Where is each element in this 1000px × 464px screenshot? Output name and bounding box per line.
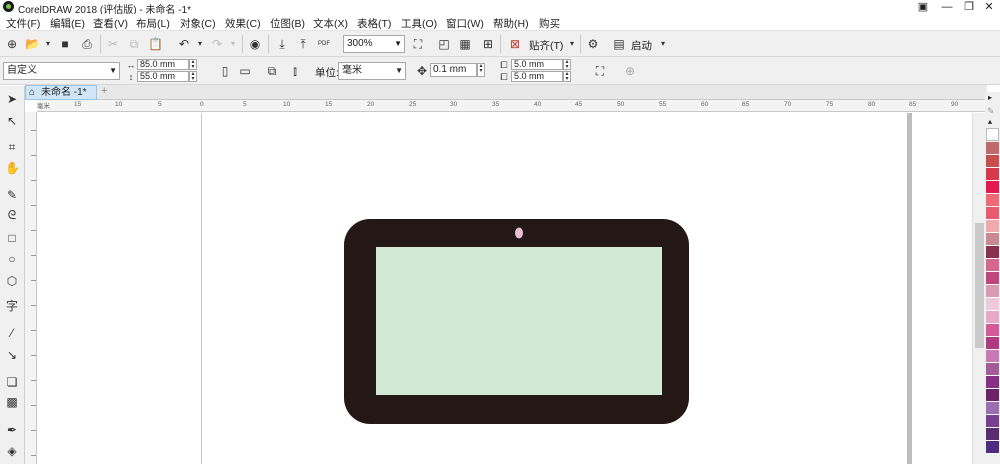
color-swatch[interactable]: [986, 181, 999, 194]
color-swatch[interactable]: [986, 207, 999, 220]
color-swatch[interactable]: [986, 363, 999, 376]
color-swatch[interactable]: [986, 259, 999, 272]
color-swatch[interactable]: [986, 376, 999, 389]
palette-scroll-up-icon[interactable]: ▸: [988, 93, 992, 102]
color-swatch[interactable]: [986, 428, 999, 441]
color-swatch[interactable]: [986, 194, 999, 207]
color-swatch[interactable]: [986, 285, 999, 298]
color-swatch[interactable]: [986, 337, 999, 350]
color-swatch[interactable]: [986, 350, 999, 363]
color-swatch[interactable]: [986, 415, 999, 428]
color-palette: ▸ ✎ ▴: [985, 92, 1000, 464]
color-swatch[interactable]: [986, 220, 999, 233]
palette-up-arrow-icon[interactable]: ▴: [988, 117, 992, 126]
scrollbar-thumb[interactable]: [975, 223, 984, 348]
color-swatch[interactable]: [986, 311, 999, 324]
color-swatch[interactable]: [986, 324, 999, 337]
tablet-screen[interactable]: [376, 247, 662, 395]
vertical-scrollbar[interactable]: [972, 113, 985, 464]
tablet-camera[interactable]: [515, 227, 523, 239]
drawing-canvas: [344, 219, 689, 424]
color-swatch[interactable]: [986, 389, 999, 402]
color-swatch[interactable]: [986, 246, 999, 259]
color-swatch[interactable]: [986, 233, 999, 246]
color-swatch[interactable]: [986, 272, 999, 285]
color-swatch[interactable]: [986, 298, 999, 311]
color-swatch[interactable]: [986, 155, 999, 168]
color-swatch[interactable]: [986, 441, 999, 454]
palette-eyedropper-icon[interactable]: ✎: [987, 106, 995, 117]
color-swatch[interactable]: [986, 402, 999, 415]
color-swatch[interactable]: [986, 168, 999, 181]
no-color-swatch[interactable]: [986, 128, 999, 141]
color-swatch[interactable]: [986, 142, 999, 155]
